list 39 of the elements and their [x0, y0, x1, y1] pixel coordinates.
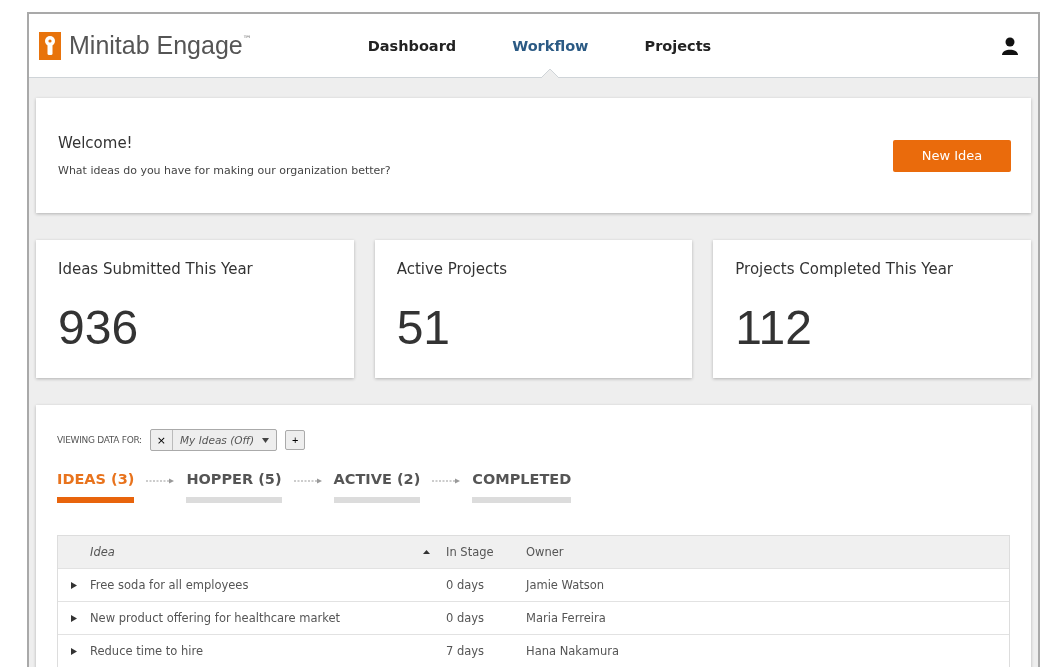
stat-label: Ideas Submitted This Year [58, 260, 254, 278]
stage-tab[interactable]: HOPPER (5) [186, 471, 282, 503]
column-header[interactable]: In Stage [446, 545, 526, 559]
stat-label: Projects Completed This Year [735, 260, 954, 278]
table-cell-text: 0 days [446, 578, 486, 592]
trademark-sign: ™ [242, 34, 252, 44]
caret-icon [262, 437, 270, 443]
table-cell-text: Reduce time to hire [90, 644, 205, 658]
welcome-title: Welcome! [58, 134, 134, 152]
table-cell-text: New product offering for healthcare market [90, 611, 342, 625]
table-cell-text: Maria Ferreira [526, 611, 607, 625]
filter-label: VIEWING DATA FOR: [57, 435, 142, 445]
remove-filter-button[interactable]: × [150, 430, 174, 450]
stat-value: 112 [735, 300, 813, 355]
nav-tab[interactable]: Projects [616, 14, 740, 77]
column-header[interactable]: Owner [526, 545, 1009, 559]
expand-icon[interactable] [71, 647, 77, 655]
stage-tab[interactable]: COMPLETED [472, 471, 572, 503]
table-cell-text: Free soda for all employees [90, 578, 250, 592]
stat-value: 51 [396, 300, 452, 355]
stat-label: Active Projects [396, 260, 508, 278]
nav-tab[interactable]: Dashboard [339, 14, 485, 77]
stat-value: 936 [58, 300, 140, 355]
table-cell-text: 0 days [446, 611, 486, 625]
table-cell-text: 7 days [446, 644, 486, 658]
filter-dropdown[interactable]: My Ideas (Off) [173, 430, 277, 450]
logo-icon [39, 31, 61, 60]
table-cell-text: Hana Nakamura [526, 644, 621, 658]
sort-icon[interactable] [422, 550, 430, 554]
nav-tab[interactable]: Workflow [484, 14, 617, 77]
stage-tab[interactable]: ACTIVE (2) [333, 471, 421, 503]
welcome-text: What ideas do you have for making our organization better? [58, 164, 392, 177]
column-header[interactable]: Idea [90, 545, 406, 559]
expand-icon[interactable] [71, 581, 77, 589]
brand-name: Minitab Engage [69, 31, 243, 60]
add-filter-button[interactable]: + [285, 430, 306, 450]
user-icon[interactable] [1002, 36, 1018, 55]
expand-icon[interactable] [71, 614, 77, 622]
table-cell-text: Jamie Watson [526, 578, 606, 592]
